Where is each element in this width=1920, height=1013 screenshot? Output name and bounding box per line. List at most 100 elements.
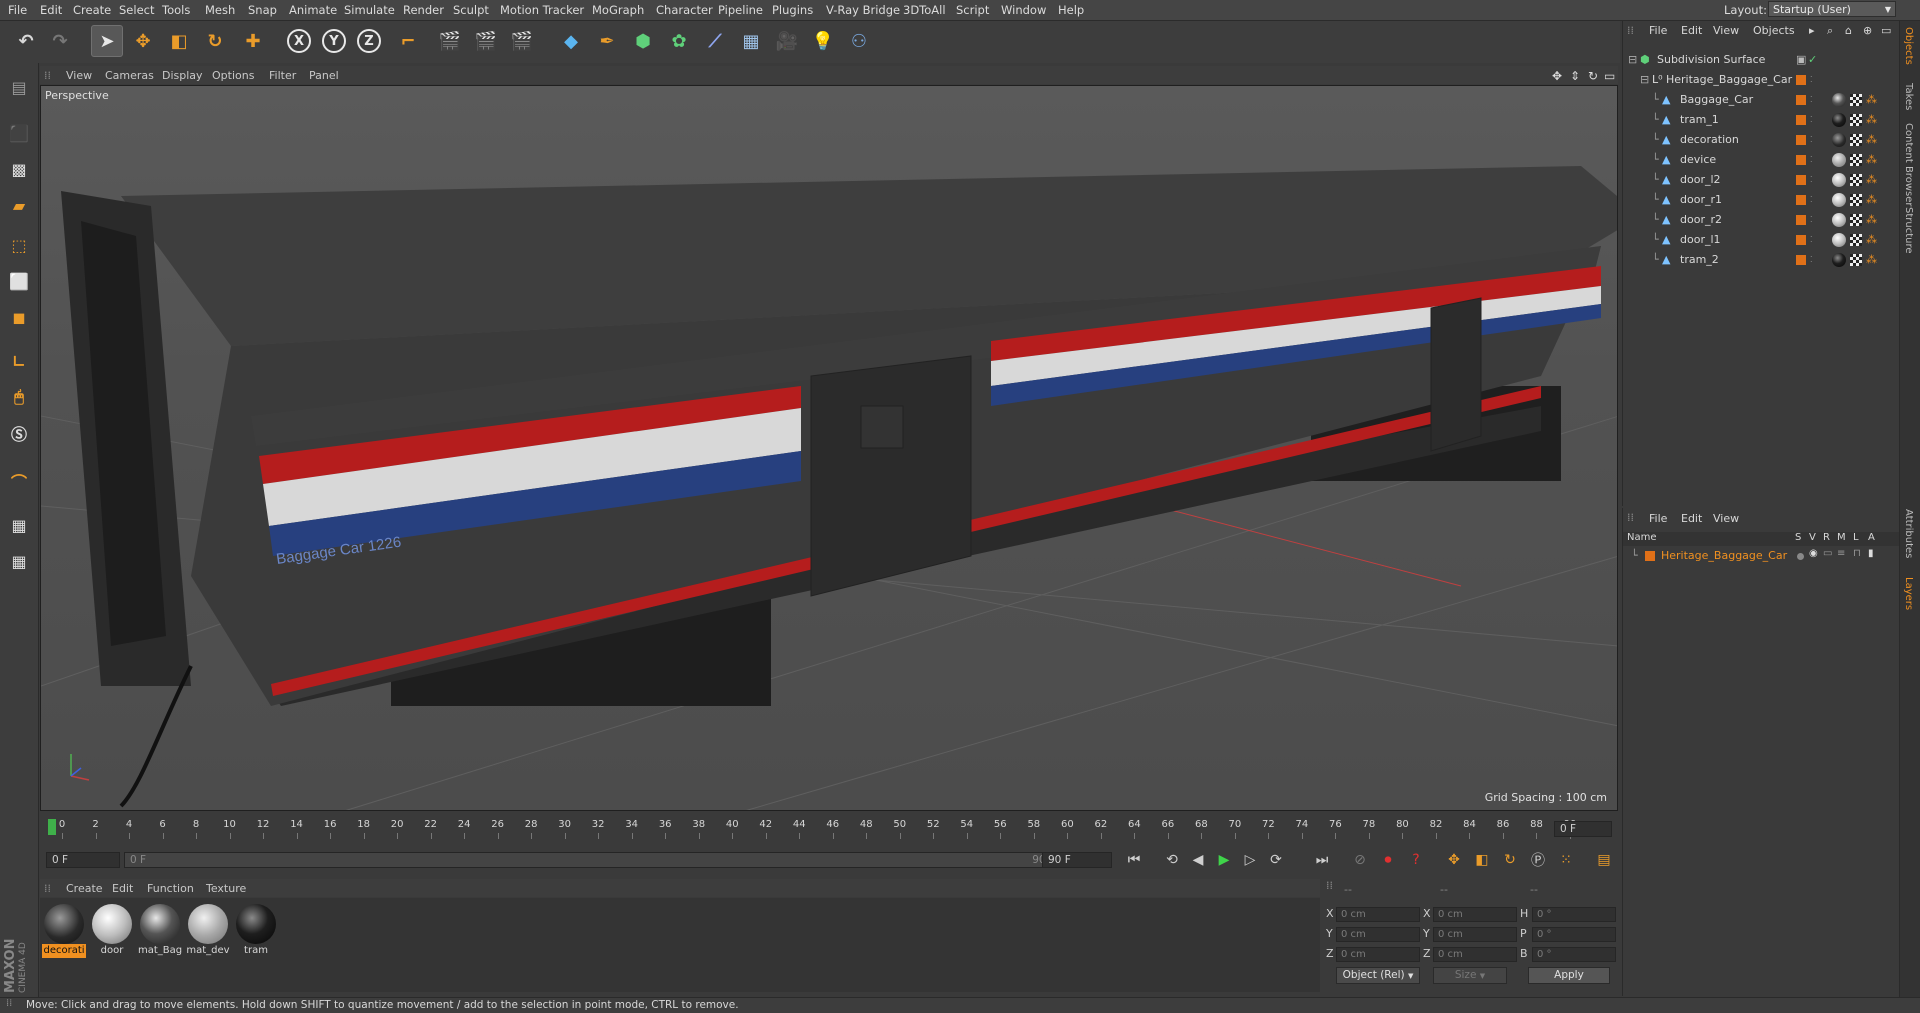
tab-structure[interactable]: Structure [1903,207,1914,254]
pos-y-field[interactable]: 0 cm [1336,927,1420,942]
visibility-dots-icon[interactable]: ⁚ [1810,115,1820,125]
viewport-menu-filter[interactable]: Filter [269,69,296,82]
scale-tool-button[interactable]: ◧ [163,25,195,57]
drag-handle-icon[interactable]: ⁞⁞ [1326,879,1333,892]
drag-handle-icon[interactable]: ⁞⁞ [6,998,12,1009]
material-tag-icon[interactable] [1832,133,1846,147]
record-disabled-button[interactable]: ⊘ [1348,848,1372,872]
visibility-dots-icon[interactable]: ⁚ [1810,215,1820,225]
menu-render[interactable]: Render [403,3,444,17]
coord-mode-select[interactable]: Object (Rel) ▼ [1336,967,1420,984]
uvw-tag-icon[interactable] [1850,254,1862,266]
start-frame-field[interactable]: 0 F [46,852,120,868]
object-row-decoration[interactable]: └ ▲ decoration ⁚ ⁂ [1622,131,1898,149]
menu-simulate[interactable]: Simulate [344,3,395,17]
menu-animate[interactable]: Animate [289,3,337,17]
pos-z-field[interactable]: 0 cm [1336,947,1420,962]
points-mode-button[interactable]: ⬚ [4,230,34,260]
menu-plugins[interactable]: Plugins [772,3,813,17]
snap-button[interactable]: ⌒ [4,466,34,496]
maximize-icon[interactable]: ▭ [1881,24,1891,37]
material-tag-icon[interactable] [1832,93,1846,107]
menu-pipeline[interactable]: Pipeline [718,3,763,17]
material-mat-bag[interactable]: mat_Bag [138,904,182,958]
material-tag-icon[interactable] [1832,253,1846,267]
visibility-dots-icon[interactable]: ⁚ [1810,75,1820,85]
go-to-end-button[interactable]: ⏭ [1310,848,1334,872]
key-pla-button[interactable]: ⁙ [1554,848,1578,872]
uvw-tag-icon[interactable] [1850,234,1862,246]
lm-menu-view[interactable]: View [1713,512,1739,525]
recent-tool-button[interactable]: ✚ [237,25,269,57]
layer-color-tag[interactable] [1796,255,1806,265]
material-tram[interactable]: tram [234,904,278,958]
previous-key-button[interactable]: ⟲ [1160,848,1184,872]
subdivision-button[interactable]: ⬢ [627,25,659,57]
coordinate-system-button[interactable]: ⌐ [392,25,424,57]
z-axis-button[interactable]: Z [353,25,385,57]
eye-icon[interactable]: ◉ [1809,548,1818,559]
previous-frame-button[interactable]: ◀ [1186,848,1210,872]
vray-tag-icon[interactable]: ⁂ [1866,233,1877,246]
object-row-heritage-baggage-car[interactable]: ⊟ L⁰ Heritage_Baggage_Car ⁚ [1622,71,1898,89]
vray-tag-icon[interactable]: ⁂ [1866,153,1877,166]
visibility-dots-icon[interactable]: ⁚ [1810,255,1820,265]
key-scale-button[interactable]: ◧ [1470,848,1494,872]
grid-snap-button[interactable]: ▦ [4,510,34,540]
edges-mode-button[interactable]: ⬜ [4,266,34,296]
layer-color-tag[interactable] [1796,155,1806,165]
layer-color-tag[interactable] [1796,235,1806,245]
object-row-tram-1[interactable]: └ ▲ tram_1 ⁚ ⁂ [1622,111,1898,129]
layer-color-tag[interactable] [1796,75,1806,85]
light-button[interactable]: 💡 [807,25,839,57]
material-tag-icon[interactable] [1832,213,1846,227]
search-icon[interactable]: ⌕ [1827,24,1833,38]
uvw-tag-icon[interactable] [1850,114,1862,126]
material-menu-texture[interactable]: Texture [206,882,246,895]
vray-tag-icon[interactable]: ⁂ [1866,253,1877,266]
material-tag-icon[interactable] [1832,173,1846,187]
uvw-tag-icon[interactable] [1850,94,1862,106]
layer-row[interactable]: └ Heritage_Baggage_Car ◉ ▭ ≡ ⊓ ▮ [1623,548,1899,564]
layer-color-tag[interactable] [1796,135,1806,145]
visibility-dots-icon[interactable]: ⁚ [1810,175,1820,185]
viewport-menu-view[interactable]: View [66,69,92,82]
om-menu-edit[interactable]: Edit [1681,24,1702,37]
layer-color-tag[interactable] [1796,195,1806,205]
vray-tag-icon[interactable]: ⁂ [1866,113,1877,126]
end-frame-field[interactable]: 90 F [1042,852,1112,868]
enabled-check-icon[interactable]: ✓ [1808,54,1818,65]
menu-3dtoall[interactable]: 3DToAll [903,3,946,17]
make-editable-button[interactable]: ▤ [4,72,34,102]
current-frame-field[interactable]: 0 F [1554,821,1612,837]
collapse-icon[interactable]: ⊟ [1640,73,1649,86]
apply-button[interactable]: Apply [1528,967,1610,984]
menu-help[interactable]: Help [1058,3,1084,17]
key-position-button[interactable]: ✥ [1442,848,1466,872]
material-tag-icon[interactable] [1832,233,1846,247]
material-tag-icon[interactable] [1832,193,1846,207]
material-menu-create[interactable]: Create [66,882,103,895]
om-menu-objects[interactable]: Objects [1753,24,1795,37]
lm-menu-edit[interactable]: Edit [1681,512,1702,525]
rotate-tool-button[interactable]: ↻ [199,25,231,57]
vray-tag-icon[interactable]: ⁂ [1866,133,1877,146]
object-row-door-r2[interactable]: └ ▲ door_r2 ⁚ ⁂ [1622,211,1898,229]
range-slider[interactable]: 0 F 90 F [124,852,1074,868]
vray-tag-icon[interactable]: ⁂ [1866,93,1877,106]
y-axis-button[interactable]: Y [318,25,350,57]
uvw-tag-icon[interactable] [1850,194,1862,206]
next-key-button[interactable]: ⟳ [1264,848,1288,872]
material-menu-edit[interactable]: Edit [112,882,133,895]
menu-snap[interactable]: Snap [248,3,277,17]
visibility-dots-icon[interactable]: ⁚ [1810,95,1820,105]
menu-create[interactable]: Create [73,3,111,17]
rot-h-field[interactable]: 0 ° [1532,907,1616,922]
redo-button[interactable]: ↷ [44,25,76,57]
go-to-start-button[interactable]: ⏮ [1122,848,1146,872]
object-row-door-l2[interactable]: └ ▲ door_l2 ⁚ ⁂ [1622,171,1898,189]
animation-icon[interactable]: ▮ [1868,548,1874,559]
om-menu-file[interactable]: File [1649,24,1667,37]
menu-mograph[interactable]: MoGraph [592,3,644,17]
pos-x-field[interactable]: 0 cm [1336,907,1420,922]
